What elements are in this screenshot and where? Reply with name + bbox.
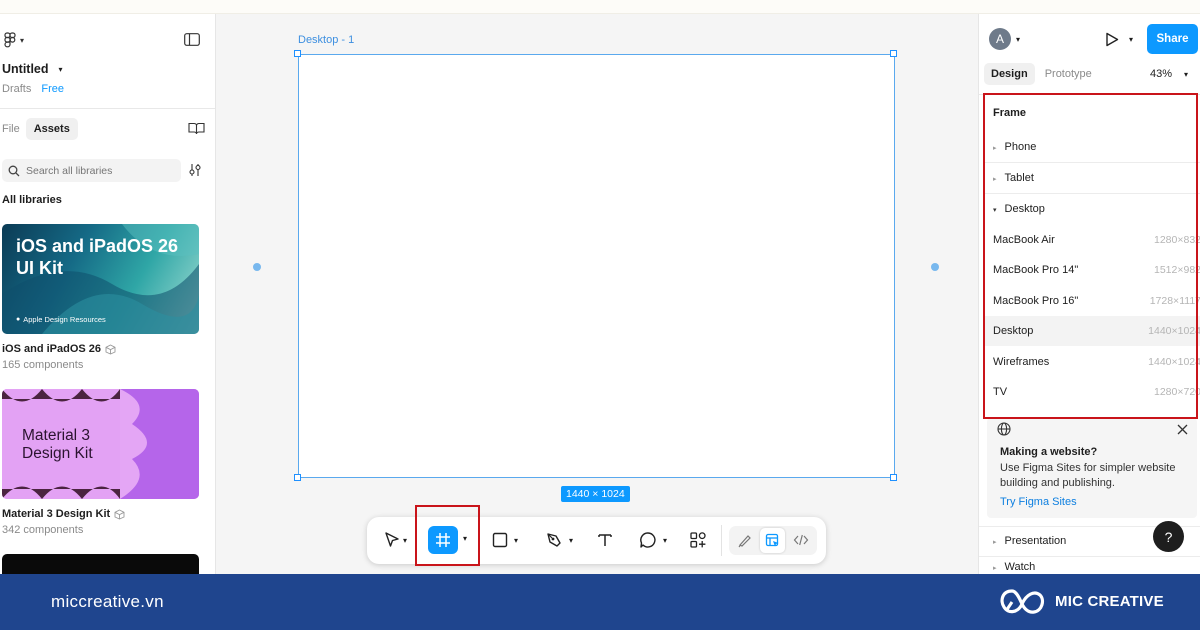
library-cover-next[interactable] [2,554,199,574]
chevron-down-icon: ▾ [513,535,518,545]
apple-logo-icon: ● [16,316,21,323]
promo-link[interactable]: Try Figma Sites [1000,496,1077,508]
text-tool[interactable] [593,526,617,554]
file-title-menu[interactable]: Untitled ▾ [2,62,63,76]
promo-body: Use Figma Sites for simpler website buil… [1000,462,1176,489]
help-button[interactable]: ? [1153,521,1184,552]
draw-mode[interactable] [733,526,757,554]
resize-handle[interactable] [294,474,301,481]
comment-bubble-icon [640,532,656,548]
library-book-icon[interactable] [188,122,205,135]
globe-icon [997,422,1011,436]
section-title: All libraries [2,194,62,206]
group-label: Presentation [1004,535,1067,547]
design-layout-icon [765,533,779,547]
file-title: Untitled [2,62,49,76]
top-strip [0,0,1200,14]
component-cube-icon [105,343,116,354]
footer-brand: MIC CREATIVE [1055,593,1164,610]
search-input[interactable] [26,164,176,177]
sidebar-toggle-icon[interactable] [184,33,200,46]
chevron-down-icon: ▾ [662,535,667,545]
dev-mode[interactable] [789,526,813,554]
file-location[interactable]: Drafts [2,83,31,95]
text-t-icon [598,534,612,546]
highlight-frame-tool [415,505,480,566]
chevron-right-icon: ▸ [993,539,997,546]
search-icon [8,165,20,176]
figma-logo-icon [4,32,16,48]
library-count: 165 components [2,359,84,371]
divider [0,108,215,109]
library-cover-material[interactable]: Material 3 Design Kit [2,389,199,499]
resize-handle[interactable] [890,50,897,57]
shape-tool[interactable]: ▾ [485,526,525,554]
filter-sliders-icon[interactable] [188,163,202,177]
library-count: 342 components [2,524,84,536]
account-menu[interactable]: A ▾ [989,28,1020,50]
tab-design[interactable]: Design [984,63,1035,85]
search-box[interactable] [2,159,181,182]
toolbar-divider [721,525,722,556]
left-panel: ▾ Untitled ▾ Drafts Free File Assets All… [0,14,216,574]
zoom-menu[interactable]: 43% ▾ [1150,68,1188,80]
highlight-frame-presets [983,93,1198,419]
library-name[interactable]: iOS and iPadOS 26 [2,343,101,355]
chevron-down-icon: ▾ [402,535,407,545]
play-icon [1106,32,1119,47]
mic-creative-logo-icon [1000,589,1045,614]
apps-plus-icon [690,532,706,548]
plan-badge[interactable]: Free [41,83,64,95]
tab-assets[interactable]: Assets [25,118,78,140]
resize-handle[interactable] [890,474,897,481]
component-cube-icon [114,508,125,519]
frame-label[interactable]: Desktop - 1 [298,34,354,46]
tab-file[interactable]: File [2,123,20,135]
tab-prototype[interactable]: Prototype [1041,63,1096,85]
library-name[interactable]: Material 3 Design Kit [2,508,110,520]
chevron-down-icon: ▾ [1129,35,1134,44]
comment-tool[interactable]: ▾ [633,526,673,554]
frame-size-badge: 1440 × 1024 [561,486,630,502]
move-tool[interactable]: ▾ [377,526,413,554]
present-menu[interactable]: ▾ [1105,32,1133,47]
zoom-level: 43% [1150,68,1173,80]
pen-tool[interactable]: ▾ [539,526,579,554]
footer-banner: miccreative.vn MIC CREATIVE [0,574,1200,630]
chevron-down-icon: ▾ [1016,34,1021,44]
main-menu[interactable]: ▾ [4,32,24,48]
frame-edge-dot[interactable] [931,263,939,271]
pen-icon [547,533,561,547]
frame-edge-dot[interactable] [253,263,261,271]
rectangle-icon [492,532,508,548]
inspector-tabs: Design Prototype [984,63,1096,85]
cover-title: iOS and iPadOS 26 UI Kit [16,236,179,278]
chevron-down-icon: ▾ [1184,69,1189,79]
chevron-right-icon: ▸ [993,565,997,572]
code-brackets-icon [793,534,809,546]
avatar: A [989,28,1011,50]
actions-tool[interactable] [685,526,711,554]
library-cover-ios[interactable]: iOS and iPadOS 26 UI Kit ● Apple Design … [2,224,199,334]
footer-site[interactable]: miccreative.vn [51,592,164,612]
chevron-down-icon: ▾ [568,535,573,545]
group-watch[interactable]: ▸ Watch [983,557,1200,573]
chevron-down-icon: ▾ [20,35,25,45]
cover-title: Material 3 Design Kit [22,427,93,462]
draw-pencil-icon [738,535,751,548]
promo-title: Making a website? [1000,446,1098,458]
panel-tabs: File Assets [2,118,78,140]
close-icon[interactable] [1177,424,1188,435]
pointer-cursor-icon [385,532,399,547]
chevron-down-icon: ▾ [58,64,63,74]
selected-frame[interactable] [298,54,895,478]
resize-handle[interactable] [294,50,301,57]
design-mode[interactable] [760,528,785,553]
share-button[interactable]: Share [1147,24,1198,54]
group-label: Watch [1004,561,1036,573]
cover-subtitle: Apple Design Resources [23,315,106,324]
